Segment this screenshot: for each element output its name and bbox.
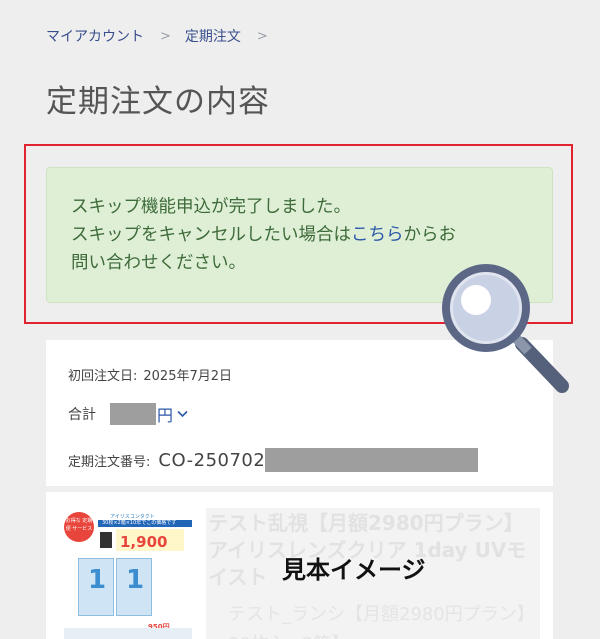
alert-text: スキップをキャンセルしたい場合は [71,225,351,245]
total-row[interactable]: 合計 円 [68,402,188,426]
thumb-footer [64,628,192,639]
chevron-down-icon[interactable] [177,410,188,418]
order-number-prefix: CO-250702 [158,449,266,471]
first-order-date: 2025年7月2日 [143,369,233,384]
breadcrumb-separator: > [160,28,171,44]
box-number: 1 [88,565,107,595]
total-unit: 円 [157,406,174,425]
product-thumbnail[interactable]: お得な 定期便 サービス アイリスコンタクト 30枚×2箱×10年でこの価格です… [64,512,192,639]
magnifier-icon [442,264,569,393]
total-amount-mask [110,403,156,425]
thumb-brand: アイリスコンタクト [110,514,155,520]
lens-box-image: 1 [116,558,152,616]
first-order-row: 初回注文日: 2025年7月2日 [68,365,232,384]
thumb-price: 1,900 [120,533,168,551]
promo-badge: お得な 定期便 サービス [64,512,94,542]
box-number: 1 [126,565,145,595]
alert-line-1: スキップ機能申込が完了しました。 [71,197,351,217]
order-number-row: 定期注文番号: CO-250702 [68,448,479,472]
thumb-banner: 30枚×2箱×10年でこの価格です [98,520,192,527]
thumb-logo [100,532,112,548]
contact-link[interactable]: こちら [351,225,404,245]
alert-line-2: スキップをキャンセルしたい場合はこちらからお [71,221,552,249]
sample-image-label: 見本イメージ [282,556,426,584]
breadcrumb-separator: > [256,28,268,44]
order-number-label: 定期注文番号: [68,454,151,470]
total-label: 合計 [68,407,96,423]
page-title: 定期注文の内容 [46,84,270,120]
product-sub-name: テスト_ランシ【月額2980円プラン】30枚入×2箱】 [228,604,535,639]
breadcrumb-my-account[interactable]: マイアカウント [46,26,144,46]
alert-text: からお [403,225,457,245]
product-card: お得な 定期便 サービス アイリスコンタクト 30枚×2箱×10年でこの価格です… [46,492,553,639]
breadcrumb: マイアカウント > 定期注文 > [46,26,282,46]
lens-box-image: 1 [78,558,114,616]
product-info: テスト乱視【月額2980円プラン】アイリスレンズクリア 1day UVモイスト … [206,508,540,639]
first-order-label: 初回注文日: [68,369,138,384]
order-number-mask [265,448,479,472]
breadcrumb-subscription[interactable]: 定期注文 [185,26,241,46]
